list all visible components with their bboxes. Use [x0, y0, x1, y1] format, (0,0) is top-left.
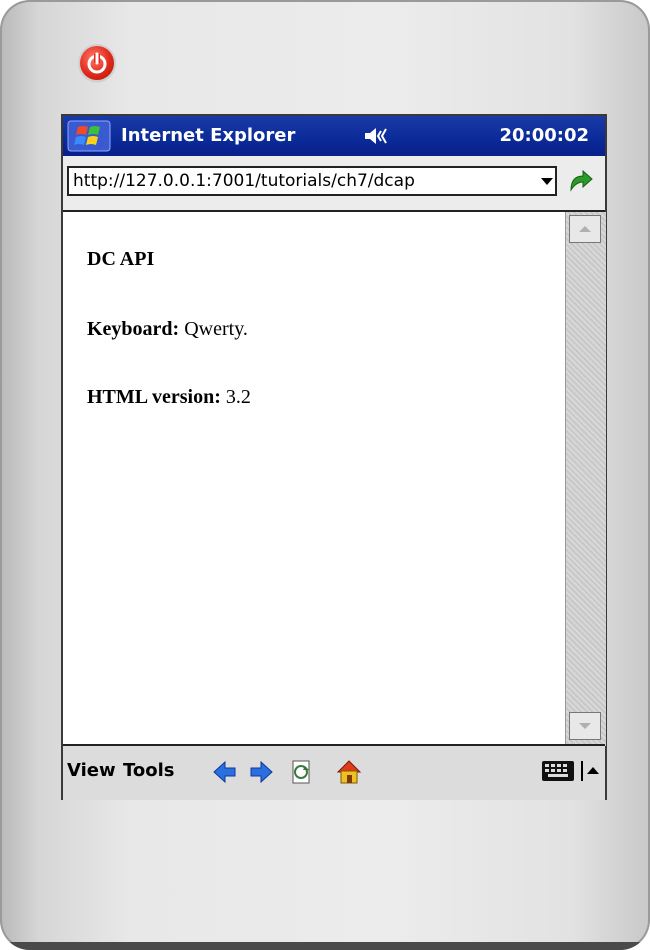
- go-arrow-icon[interactable]: [565, 166, 595, 196]
- html-version-label: HTML version:: [87, 386, 221, 408]
- menu-bar: View Tools: [63, 744, 605, 800]
- keyboard-value: Qwerty.: [184, 318, 248, 340]
- html-version-value: 3.2: [225, 386, 251, 408]
- keyboard-icon[interactable]: [541, 758, 575, 784]
- clock[interactable]: 20:00:02: [499, 125, 589, 146]
- back-icon[interactable]: [211, 758, 239, 786]
- address-bar: http://127.0.0.1:7001/tutorials/ch7/dcap: [63, 156, 605, 210]
- vertical-scrollbar[interactable]: [565, 212, 606, 746]
- forward-icon[interactable]: [247, 758, 275, 786]
- device-screen: Internet Explorer 20:00:02 http://127.0.…: [61, 114, 607, 800]
- home-icon[interactable]: [335, 758, 363, 786]
- pocket-pc-device: Internet Explorer 20:00:02 http://127.0.…: [0, 0, 650, 950]
- heading-text: DC API: [87, 248, 155, 270]
- refresh-icon[interactable]: [287, 758, 315, 786]
- menu-tools[interactable]: Tools: [123, 760, 175, 781]
- menu-view[interactable]: View: [67, 760, 116, 781]
- speaker-icon[interactable]: [363, 125, 389, 147]
- chevron-down-icon: [541, 178, 553, 185]
- web-content: DC API Keyboard: Qwerty. HTML version: 3…: [63, 210, 606, 746]
- web-page: DC API Keyboard: Qwerty. HTML version: 3…: [63, 212, 565, 746]
- app-title: Internet Explorer: [121, 125, 296, 146]
- windows-start-icon[interactable]: [67, 120, 111, 152]
- page-heading: DC API: [87, 248, 154, 271]
- up-arrow-icon[interactable]: [581, 760, 601, 782]
- scroll-down-icon: [579, 723, 591, 729]
- keyboard-label: Keyboard:: [87, 318, 180, 340]
- scroll-up-icon: [579, 226, 591, 232]
- scroll-up-button[interactable]: [569, 215, 601, 243]
- power-button[interactable]: [80, 46, 114, 80]
- keyboard-line: Keyboard: Qwerty.: [87, 318, 248, 341]
- power-icon: [87, 52, 107, 74]
- html-version-line: HTML version: 3.2: [87, 386, 251, 409]
- scroll-down-button[interactable]: [569, 712, 601, 740]
- title-bar: Internet Explorer 20:00:02: [63, 116, 605, 156]
- address-dropdown-button[interactable]: [539, 168, 555, 194]
- address-input[interactable]: http://127.0.0.1:7001/tutorials/ch7/dcap: [67, 166, 557, 196]
